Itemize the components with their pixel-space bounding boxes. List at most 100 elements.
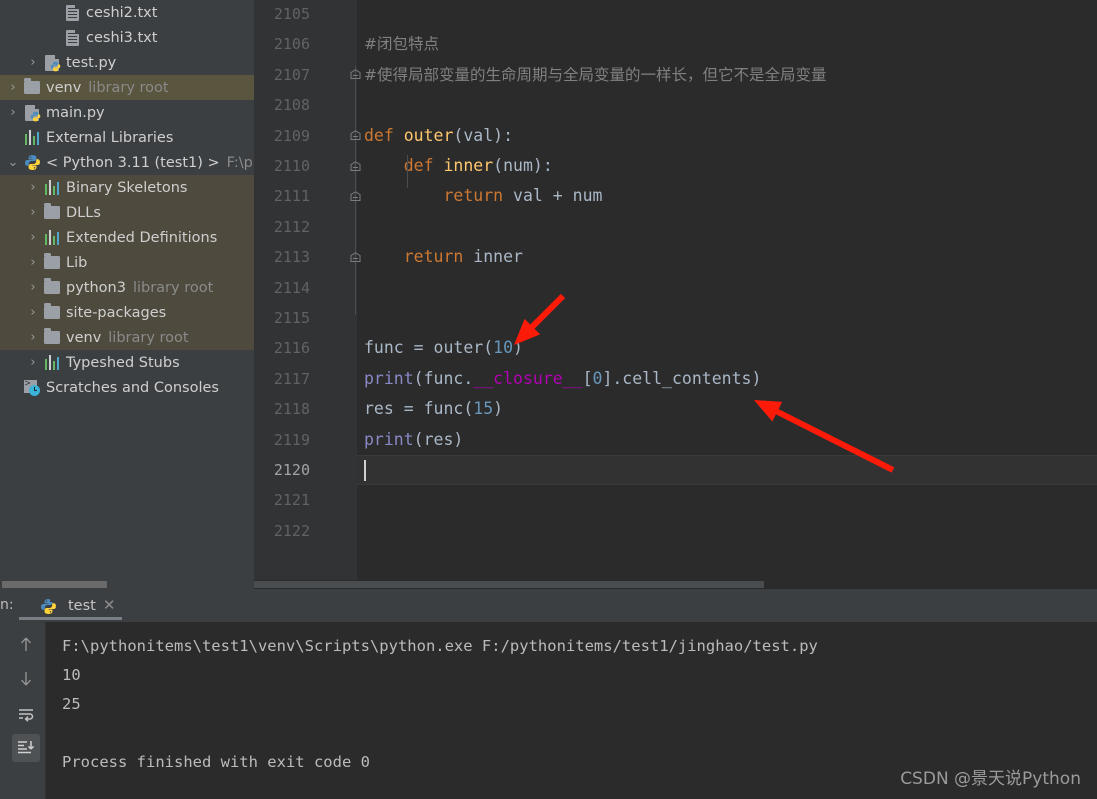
python-file-icon — [22, 104, 42, 121]
tree-item-external-libraries[interactable]: › External Libraries — [0, 125, 254, 150]
code-token: ( — [483, 338, 494, 358]
tree-item-label: Lib — [66, 254, 88, 271]
code-token: __closure__ — [473, 368, 583, 388]
tree-item-extended-definitions[interactable]: › Extended Definitions — [0, 225, 254, 250]
editor-gutter[interactable]: 2105 2106 2107 2108 2109 2110 2111 2112 2113 2114… — [254, 0, 360, 580]
line-number: 2117 — [273, 369, 310, 388]
code-token: ) — [513, 338, 523, 358]
chevron-right-icon[interactable]: › — [4, 81, 22, 94]
folder-icon — [42, 203, 62, 221]
chevron-right-icon[interactable]: › — [24, 356, 42, 369]
library-bars-icon — [42, 229, 62, 246]
line-number: 2119 — [273, 430, 310, 449]
code-token: print — [364, 429, 414, 449]
code-line: return inner — [364, 242, 523, 272]
tree-item-ceshi3-txt[interactable]: › ceshi3.txt — [0, 25, 254, 50]
python-logo-icon — [41, 598, 56, 614]
tree-item-label: Binary Skeletons — [66, 179, 188, 196]
tree-item-sublabel: F:\p — [226, 154, 253, 171]
tree-item-label: ceshi3.txt — [86, 29, 158, 46]
tree-item-sublabel: library root — [132, 279, 214, 296]
run-tab-label: test — [68, 597, 96, 614]
text-caret — [364, 460, 366, 481]
line-number: 2114 — [273, 278, 310, 297]
run-tab-bar: n: test ✕ — [0, 589, 1097, 622]
editor-scrollbar-thumb[interactable] — [254, 581, 764, 588]
code-text-area[interactable]: #闭包特点 #使得局部变量的生命周期与全局变量的一样长，但它不是全局变量 def o… — [357, 0, 1097, 580]
tree-item-python3[interactable]: › python3 library root — [0, 275, 254, 300]
chevron-right-icon[interactable]: › — [24, 231, 42, 244]
folder-icon — [42, 278, 62, 296]
chevron-right-icon[interactable]: › — [24, 181, 42, 194]
chevron-right-icon[interactable]: › — [24, 56, 42, 69]
line-number: 2120 — [273, 461, 310, 479]
library-bars-icon — [42, 179, 62, 196]
code-token: return — [403, 247, 474, 267]
console-line: 25 — [62, 695, 81, 713]
code-line: return val + num — [364, 181, 602, 211]
tree-item-ceshi2-txt[interactable]: › ceshi2.txt — [0, 0, 254, 25]
line-number: 2115 — [273, 309, 310, 327]
line-number: 2116 — [273, 339, 310, 358]
chevron-right-icon[interactable]: › — [24, 256, 42, 269]
down-arrow-icon[interactable] — [12, 665, 40, 693]
library-bars-icon — [22, 129, 42, 146]
line-number: 2106 — [273, 35, 310, 54]
line-number: 2110 — [273, 157, 310, 175]
tree-item-main-py[interactable]: › main.py — [0, 100, 254, 125]
chevron-right-icon[interactable]: › — [24, 206, 42, 219]
code-token: outer — [403, 125, 454, 145]
python-interpreter-icon — [22, 154, 42, 171]
project-tree-panel[interactable]: › ceshi2.txt › ceshi3.txt › test.py › venv libra… — [0, 0, 254, 580]
run-toolbar[interactable] — [0, 622, 46, 799]
tree-item-venv[interactable]: › venv library root — [0, 75, 254, 100]
tree-item-sublabel: library root — [108, 329, 189, 346]
tree-item-python-3-11-test1[interactable]: ⌄ < Python 3.11 (test1) > F:\p — [0, 150, 254, 175]
tree-item-venv[interactable]: › venv library root — [0, 325, 254, 350]
console-line: F:\pythonitems\test1\venv\Scripts\python… — [62, 637, 818, 655]
chevron-right-icon[interactable]: › — [4, 106, 22, 119]
line-number: 2122 — [273, 521, 310, 540]
tree-item-test-py[interactable]: › test.py — [0, 50, 254, 75]
tree-item-site-packages[interactable]: › site-packages — [0, 300, 254, 325]
code-line: #使得局部变量的生命周期与全局变量的一样长，但它不是全局变量 — [364, 60, 827, 90]
soft-wrap-icon[interactable] — [12, 700, 40, 728]
chevron-down-icon[interactable]: ⌄ — [4, 156, 22, 169]
tree-item-scratches-and-consoles[interactable]: › Scratches and Consoles — [0, 375, 254, 400]
code-line: def outer(val): — [364, 121, 513, 151]
tree-item-lib[interactable]: › Lib — [0, 250, 254, 275]
code-token: (val): — [453, 125, 514, 145]
code-token: (num): — [493, 156, 553, 175]
chevron-right-icon: › — [44, 31, 62, 44]
console-line: 10 — [62, 666, 81, 684]
tree-item-label: ceshi2.txt — [86, 4, 158, 21]
chevron-right-icon[interactable]: › — [24, 281, 42, 294]
editor-horizontal-scrollbar[interactable] — [254, 580, 1097, 589]
tree-item-label: venv — [46, 79, 82, 96]
sidebar-horizontal-scrollbar[interactable] — [0, 580, 254, 589]
code-line: print(res) — [364, 425, 463, 455]
sidebar-scrollbar-thumb[interactable] — [2, 581, 107, 588]
code-token: 15 — [473, 399, 494, 419]
code-token: [ — [582, 368, 593, 388]
code-token: (res) — [413, 429, 464, 449]
code-token: inner — [473, 247, 523, 267]
tree-item-label: DLLs — [66, 204, 101, 221]
tree-item-dlls[interactable]: › DLLs — [0, 200, 254, 225]
tree-item-label: Extended Definitions — [66, 229, 218, 246]
scroll-to-end-icon[interactable] — [12, 734, 40, 762]
run-tab-active-indicator — [19, 617, 122, 620]
chevron-right-icon[interactable]: › — [24, 306, 42, 319]
run-tool-window: n: test ✕ F:\pythonitems\test1\venv\Scri… — [0, 589, 1097, 799]
up-arrow-icon[interactable] — [12, 630, 40, 658]
close-icon[interactable]: ✕ — [103, 598, 116, 613]
tree-item-label: test.py — [66, 54, 117, 71]
chevron-right-icon[interactable]: › — [24, 331, 42, 344]
code-line: #闭包特点 — [364, 29, 439, 59]
chevron-right-icon: › — [4, 381, 22, 394]
python-icon — [37, 597, 57, 614]
tree-item-typeshed-stubs[interactable]: › Typeshed Stubs — [0, 350, 254, 375]
chevron-right-icon: › — [44, 6, 62, 19]
code-editor[interactable]: 2105 2106 2107 2108 2109 2110 2111 2112 2113 2114… — [254, 0, 1097, 580]
tree-item-binary-skeletons[interactable]: › Binary Skeletons — [0, 175, 254, 200]
